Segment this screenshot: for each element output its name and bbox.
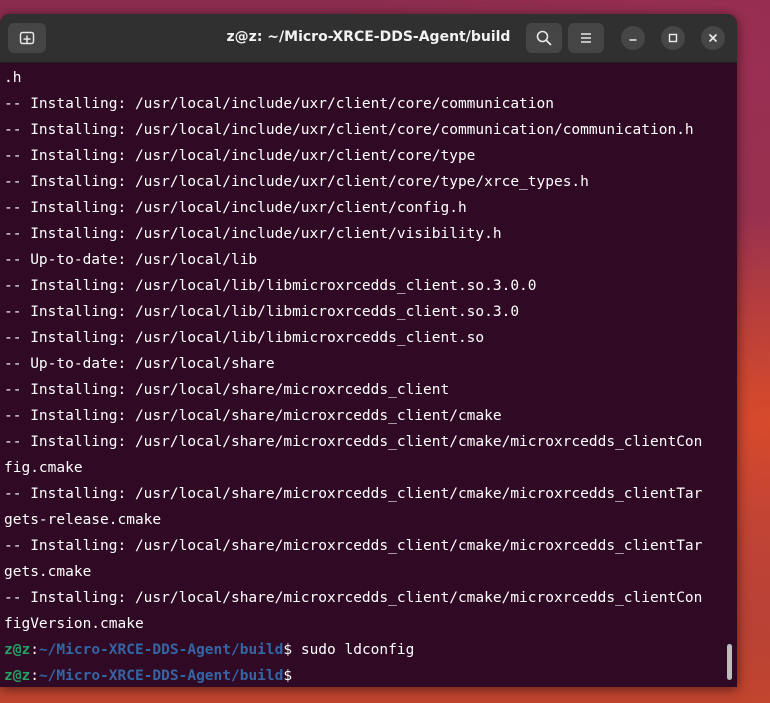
prompt-path: ~/Micro-XRCE-DDS-Agent/build xyxy=(38,642,284,658)
terminal-line: -- Up-to-date: /usr/local/lib xyxy=(4,252,258,268)
terminal-line: -- Installing: /usr/local/include/uxr/cl… xyxy=(4,226,502,242)
terminal-line: .h xyxy=(4,70,22,86)
maximize-button[interactable] xyxy=(661,26,685,50)
search-icon xyxy=(536,30,552,46)
prompt-user: z@z xyxy=(4,642,31,658)
prompt-colon: : xyxy=(30,642,39,658)
search-button[interactable] xyxy=(526,23,562,53)
prompt-dollar: $ xyxy=(283,642,293,658)
scrollbar-thumb[interactable] xyxy=(727,644,732,680)
terminal-line: -- Installing: /usr/local/share/microxrc… xyxy=(4,486,703,502)
terminal-line: -- Installing: /usr/local/include/uxr/cl… xyxy=(4,122,694,138)
new-tab-icon xyxy=(19,31,35,45)
terminal-line: -- Installing: /usr/local/include/uxr/cl… xyxy=(4,200,467,216)
terminal-line: -- Installing: /usr/local/lib/libmicroxr… xyxy=(4,304,520,320)
prompt-user: z@z xyxy=(4,668,31,684)
terminal-line: figVersion.cmake xyxy=(4,616,144,632)
menu-button[interactable] xyxy=(568,23,604,53)
terminal-line: -- Installing: /usr/local/share/microxrc… xyxy=(4,590,703,606)
terminal-line: -- Installing: /usr/local/include/uxr/cl… xyxy=(4,174,589,190)
close-button[interactable] xyxy=(701,26,725,50)
minimize-icon xyxy=(629,39,637,41)
terminal-line: gets.cmake xyxy=(4,564,92,580)
prompt-dollar: $ xyxy=(283,668,293,684)
prompt-line: z@z:~/Micro-XRCE-DDS-Agent/build$ sudo l… xyxy=(4,637,414,663)
prompt-line[interactable]: z@z:~/Micro-XRCE-DDS-Agent/build$ xyxy=(4,663,301,687)
minimize-button[interactable] xyxy=(621,26,645,50)
terminal-line: -- Installing: /usr/local/include/uxr/cl… xyxy=(4,148,476,164)
terminal-line: -- Installing: /usr/local/share/microxrc… xyxy=(4,382,450,398)
terminal-line: -- Installing: /usr/local/lib/libmicroxr… xyxy=(4,278,537,294)
terminal-line: -- Installing: /usr/local/include/uxr/cl… xyxy=(4,96,554,112)
title-bar[interactable]: z@z: ~/Micro-XRCE-DDS-Agent/build xyxy=(0,14,737,63)
hamburger-menu-icon xyxy=(581,33,591,43)
terminal-line: -- Installing: /usr/local/lib/libmicroxr… xyxy=(4,330,485,346)
terminal-line: fig.cmake xyxy=(4,460,83,476)
new-tab-button[interactable] xyxy=(8,23,46,53)
terminal-output[interactable]: .h -- Installing: /usr/local/include/uxr… xyxy=(0,63,737,687)
prompt-colon: : xyxy=(30,668,39,684)
text-cursor xyxy=(292,667,301,685)
prompt-command: sudo ldconfig xyxy=(292,642,415,658)
terminal-line: -- Installing: /usr/local/share/microxrc… xyxy=(4,434,703,450)
terminal-line: gets-release.cmake xyxy=(4,512,162,528)
prompt-path: ~/Micro-XRCE-DDS-Agent/build xyxy=(38,668,284,684)
close-icon xyxy=(708,33,718,43)
terminal-window[interactable]: z@z: ~/Micro-XRCE-DDS-Agent/build .h -- … xyxy=(0,14,737,687)
terminal-line: -- Up-to-date: /usr/local/share xyxy=(4,356,275,372)
terminal-line: -- Installing: /usr/local/share/microxrc… xyxy=(4,538,703,554)
maximize-icon xyxy=(668,33,678,43)
window-title: z@z: ~/Micro-XRCE-DDS-Agent/build xyxy=(226,29,511,45)
terminal-line: -- Installing: /usr/local/share/microxrc… xyxy=(4,408,502,424)
